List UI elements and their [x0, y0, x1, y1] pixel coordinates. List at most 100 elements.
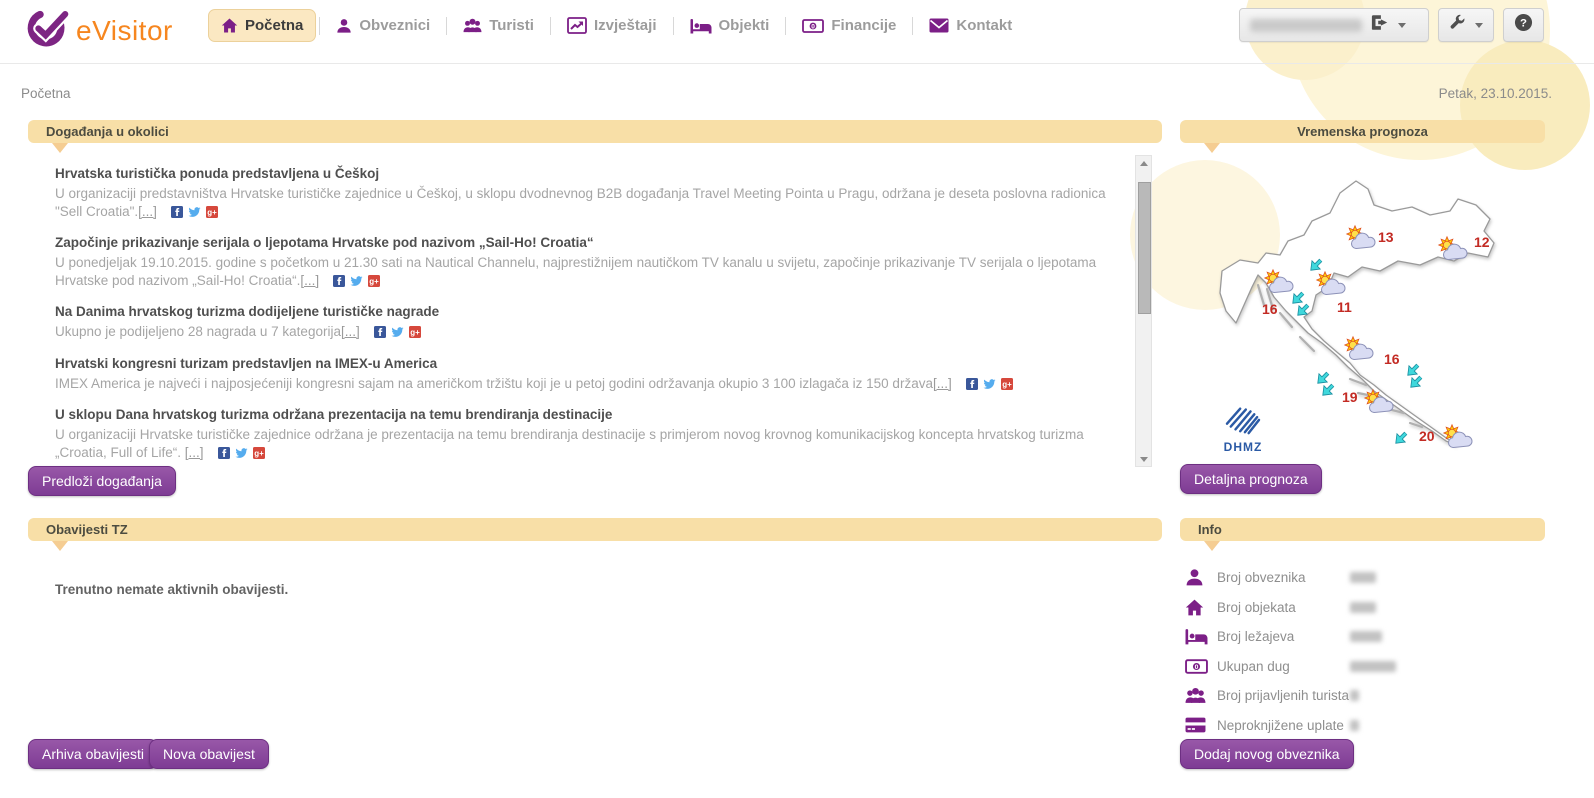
news-item: Hrvatska turistička ponuda predstavljena…: [55, 165, 1127, 220]
bed-icon: [1185, 628, 1217, 645]
weather-panel-title: Vremenska prognoza: [1297, 124, 1428, 139]
sun-cloud-icon: [1341, 335, 1375, 361]
read-more-link[interactable]: [...]: [933, 376, 952, 391]
info-label: Ukupan dug: [1217, 659, 1350, 674]
news-title[interactable]: Započinje prikazivanje serijala o ljepot…: [55, 234, 1127, 251]
share-icons: g+: [374, 325, 421, 337]
twitter-icon[interactable]: [983, 377, 996, 389]
card-icon: [1185, 717, 1217, 733]
sun-cloud-icon: [1261, 268, 1295, 294]
nav-separator: [446, 17, 447, 35]
tab-label: Financije: [831, 17, 896, 34]
facebook-icon[interactable]: [333, 274, 345, 286]
info-label: Broj prijavljenih turista: [1217, 688, 1350, 703]
twitter-icon[interactable]: [235, 446, 248, 458]
share-icons: g+: [171, 205, 218, 217]
tab-objekti[interactable]: Objekti: [677, 9, 783, 42]
twitter-icon[interactable]: [188, 205, 201, 217]
news-body-text: Ukupno je podijeljeno 28 nagrada u 7 kat…: [55, 324, 341, 339]
read-more-link[interactable]: [...]: [138, 204, 157, 219]
twitter-icon[interactable]: [350, 274, 363, 286]
info-label: Broj obveznika: [1217, 570, 1350, 585]
scroll-up-arrow[interactable]: [1136, 156, 1151, 170]
events-scrollbar[interactable]: [1135, 155, 1152, 467]
envelope-icon: [929, 18, 949, 33]
sun-cloud-icon: [1440, 423, 1474, 449]
user-menu-button[interactable]: [1239, 8, 1429, 42]
tab-kontakt[interactable]: Kontakt: [916, 9, 1025, 42]
googleplus-icon[interactable]: g+: [206, 205, 218, 217]
suggest-events-button[interactable]: Predloži događanja: [28, 466, 176, 496]
googleplus-icon[interactable]: g+: [253, 446, 265, 458]
sun-cloud-icon: [1361, 388, 1395, 414]
settings-menu-button[interactable]: [1438, 8, 1494, 42]
temperature-label: 19: [1342, 389, 1358, 405]
new-notice-button[interactable]: Nova obavijest: [149, 739, 269, 769]
read-more-link[interactable]: [...]: [185, 445, 204, 460]
info-label: Broj objekata: [1217, 600, 1350, 615]
svg-text:g+: g+: [410, 328, 420, 337]
redacted-value: [1350, 690, 1359, 701]
news-title[interactable]: Hrvatski kongresni turizam predstavljen …: [55, 355, 1127, 372]
app-logo[interactable]: eVisitor: [26, 6, 173, 55]
tab-turisti[interactable]: Turisti: [450, 9, 547, 42]
chevron-down-icon: [1398, 23, 1406, 28]
news-item: Započinje prikazivanje serijala o ljepot…: [55, 234, 1127, 289]
app-logo-text: eVisitor: [76, 15, 173, 47]
dhmz-logo[interactable]: DHMZ: [1215, 403, 1271, 454]
twitter-icon[interactable]: [391, 325, 404, 337]
banknote-icon: 0: [802, 19, 824, 33]
nav-separator: [550, 17, 551, 35]
help-button[interactable]: ?: [1503, 8, 1544, 42]
person-icon: [336, 18, 352, 34]
notices-archive-button[interactable]: Arhiva obavijesti: [28, 739, 158, 769]
top-bar: eVisitor Početna Obveznici Turisti: [0, 0, 1594, 64]
tab-label: Objekti: [719, 17, 770, 34]
facebook-icon[interactable]: [374, 325, 386, 337]
person-icon: [1185, 568, 1217, 587]
chevron-down-icon: [1475, 23, 1483, 28]
help-icon: ?: [1514, 13, 1533, 37]
read-more-link[interactable]: [...]: [341, 324, 360, 339]
add-obligor-button[interactable]: Dodaj novog obveznika: [1180, 739, 1354, 769]
temperature-label: 11: [1337, 299, 1352, 315]
temperature-label: 16: [1262, 301, 1278, 317]
news-body-text: U ponedjeljak 19.10.2015. godine s počet…: [55, 255, 1096, 288]
info-row: Broj obveznika: [1185, 563, 1545, 593]
sun-cloud-icon: [1343, 224, 1377, 250]
read-more-link[interactable]: [...]: [300, 273, 319, 288]
detailed-forecast-button[interactable]: Detaljna prognoza: [1180, 464, 1322, 494]
news-title[interactable]: Hrvatska turistička ponuda predstavljena…: [55, 165, 1127, 182]
dhmz-label: DHMZ: [1215, 440, 1271, 454]
googleplus-icon[interactable]: g+: [409, 325, 421, 337]
tab-obveznici[interactable]: Obveznici: [323, 9, 443, 42]
facebook-icon[interactable]: [966, 377, 978, 389]
news-title[interactable]: U sklopu Dana hrvatskog turizma održana …: [55, 406, 1127, 423]
wrench-icon: [1449, 14, 1466, 36]
breadcrumb[interactable]: Početna: [21, 86, 71, 101]
tab-pocetna[interactable]: Početna: [208, 9, 316, 42]
tab-label: Obveznici: [359, 17, 430, 34]
svg-text:0: 0: [812, 23, 816, 30]
tab-financije[interactable]: 0 Financije: [789, 9, 909, 42]
tab-izvjestaji[interactable]: Izvještaji: [554, 9, 670, 42]
notices-panel-header: Obavijesti TZ: [28, 518, 1162, 541]
googleplus-icon[interactable]: g+: [1001, 377, 1013, 389]
redacted-value: [1350, 631, 1382, 642]
share-icons: g+: [333, 274, 380, 286]
scroll-down-arrow[interactable]: [1136, 452, 1151, 466]
facebook-icon[interactable]: [171, 205, 183, 217]
googleplus-icon[interactable]: g+: [368, 274, 380, 286]
news-item: Hrvatski kongresni turizam predstavljen …: [55, 355, 1127, 393]
info-row: Broj ležajeva: [1185, 622, 1545, 652]
svg-text:?: ?: [1520, 17, 1527, 29]
news-title[interactable]: Na Danima hrvatskog turizma dodijeljene …: [55, 303, 1127, 320]
tab-label: Kontakt: [956, 17, 1012, 34]
main-nav: Početna Obveznici Turisti Izvještaji: [208, 9, 1025, 42]
svg-text:g+: g+: [207, 208, 217, 217]
facebook-icon[interactable]: [218, 446, 230, 458]
svg-text:g+: g+: [1002, 380, 1012, 389]
scrollbar-thumb[interactable]: [1138, 182, 1151, 314]
info-panel-header: Info: [1180, 518, 1545, 541]
news-item: U sklopu Dana hrvatskog turizma održana …: [55, 406, 1127, 461]
